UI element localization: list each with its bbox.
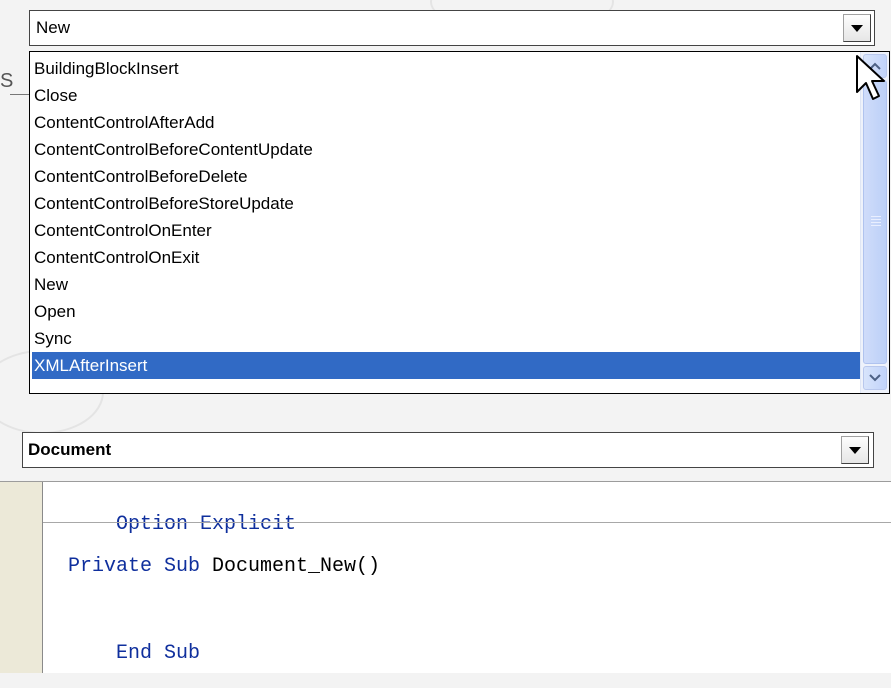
mouse-cursor-icon — [856, 55, 885, 100]
thumb-grip — [871, 225, 881, 226]
code-line-sub-declaration: Private Sub Document_New() — [68, 555, 380, 578]
code-line-end-sub: End Sub — [68, 619, 200, 688]
scrollbar-thumb[interactable] — [863, 80, 887, 364]
list-item[interactable]: ContentControlOnEnter — [32, 217, 860, 244]
list-item-selected[interactable]: XMLAfterInsert — [32, 352, 860, 379]
thumb-grip — [871, 216, 881, 217]
list-item[interactable]: ContentControlBeforeContentUpdate — [32, 136, 860, 163]
list-item[interactable]: Open — [32, 298, 860, 325]
scroll-down-button[interactable] — [863, 366, 887, 390]
object-combobox[interactable]: Document — [22, 432, 874, 468]
list-item[interactable]: ContentControlBeforeStoreUpdate — [32, 190, 860, 217]
code-keyword: Private Sub — [68, 555, 201, 578]
code-keyword: End Sub — [116, 642, 201, 665]
background-line — [10, 94, 30, 95]
background-letter: S — [0, 70, 14, 92]
list-item[interactable]: Close — [32, 82, 860, 109]
thumb-grip — [871, 222, 881, 223]
procedure-separator — [43, 522, 891, 523]
code-keyword: Option Explicit — [116, 513, 297, 536]
list-item[interactable]: ContentControlAfterAdd — [32, 109, 860, 136]
scroll-down-icon — [869, 374, 881, 382]
thumb-grip — [871, 219, 881, 220]
code-identifier: Document_New() — [200, 555, 381, 578]
procedure-combobox-value: New — [36, 18, 71, 37]
object-dropdown-button[interactable] — [841, 436, 869, 464]
list-item[interactable]: ContentControlOnExit — [32, 244, 860, 271]
dropdown-arrow-icon — [849, 446, 861, 454]
code-line-option-explicit: Option Explicit — [68, 490, 296, 559]
dropdown-arrow-icon — [851, 24, 863, 32]
code-window[interactable]: Option Explicit Private Sub Document_New… — [0, 481, 891, 673]
code-margin-indicator-bar — [0, 482, 43, 673]
list-item[interactable]: New — [32, 271, 860, 298]
procedure-combobox[interactable]: New — [29, 10, 875, 46]
object-combobox-value: Document — [28, 440, 112, 459]
procedure-dropdown-button[interactable] — [843, 14, 871, 42]
list-item[interactable]: BuildingBlockInsert — [32, 55, 860, 82]
list-item[interactable]: Sync — [32, 325, 860, 352]
procedure-dropdown-list[interactable]: BuildingBlockInsert Close ContentControl… — [29, 51, 890, 394]
list-item[interactable]: ContentControlBeforeDelete — [32, 163, 860, 190]
